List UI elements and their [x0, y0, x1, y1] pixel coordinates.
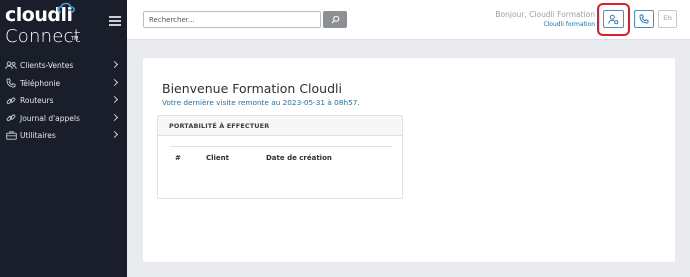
chevron-right-icon — [110, 130, 119, 139]
chevron-right-icon — [110, 78, 119, 86]
menu-toggle-icon[interactable] — [109, 16, 121, 26]
logo-tm: TM — [71, 36, 79, 42]
search-input[interactable] — [143, 11, 321, 28]
card-title: PORTABILITÉ À EFFECTUER — [158, 116, 402, 136]
logo-sub: Connect — [5, 26, 81, 47]
sidebar-item-journal-appels[interactable]: Journal d'appels — [0, 110, 127, 128]
phone-icon — [5, 78, 17, 88]
main-panel: Bienvenue Formation Cloudli Votre derniè… — [143, 58, 675, 262]
column-header-client: Client — [206, 154, 230, 162]
greeting-text: Bonjour, Cloudli Formation — [495, 10, 595, 19]
company-link[interactable]: Cloudli formation — [543, 21, 595, 28]
sidebar-item-telephonie[interactable]: Téléphonie — [0, 75, 127, 93]
sidebar-item-routeurs[interactable]: Routeurs — [0, 92, 127, 110]
chevron-right-icon — [110, 95, 119, 104]
topbar: Bonjour, Cloudli Formation Cloudli forma… — [127, 0, 690, 40]
portability-table: # Client Date de création — [170, 146, 392, 162]
cloud-icon — [57, 2, 75, 13]
language-toggle-button[interactable]: EN — [658, 10, 677, 28]
sidebar-item-label: Téléphonie — [20, 78, 61, 88]
highlight-annotation — [597, 3, 630, 36]
last-visit-text: Votre dernière visite remonte au 2023-05… — [162, 98, 360, 107]
chevron-right-icon — [110, 113, 119, 121]
cloudli-logo[interactable]: cloudli Connect TM — [5, 2, 85, 48]
sidebar-item-label: Clients-Ventes — [20, 61, 74, 71]
phone-icon — [639, 14, 649, 24]
sidebar-item-utilitaires[interactable]: Utilitaires — [0, 127, 127, 145]
column-header-date: Date de création — [266, 154, 332, 162]
sidebar-nav: Clients-Ventes Téléphonie Routeurs Journ… — [0, 57, 127, 145]
portability-card: PORTABILITÉ À EFFECTUER # Client Date de… — [157, 115, 403, 199]
search-icon — [331, 15, 339, 24]
users-icon — [5, 61, 17, 71]
sidebar: cloudli Connect TM Clients-Ventes Téléph… — [0, 0, 127, 277]
link-icon — [5, 113, 17, 123]
column-header-number: # — [175, 154, 181, 162]
chevron-right-icon — [110, 60, 119, 69]
search-button[interactable] — [323, 11, 347, 28]
sidebar-item-clients-ventes[interactable]: Clients-Ventes — [0, 57, 127, 75]
sidebar-item-label: Routeurs — [20, 96, 54, 106]
link-icon — [5, 96, 17, 106]
sidebar-item-label: Journal d'appels — [20, 113, 80, 123]
sidebar-item-label: Utilitaires — [20, 131, 56, 141]
phone-button[interactable] — [634, 10, 654, 28]
page-title: Bienvenue Formation Cloudli — [162, 81, 342, 96]
briefcase-icon — [5, 131, 17, 141]
